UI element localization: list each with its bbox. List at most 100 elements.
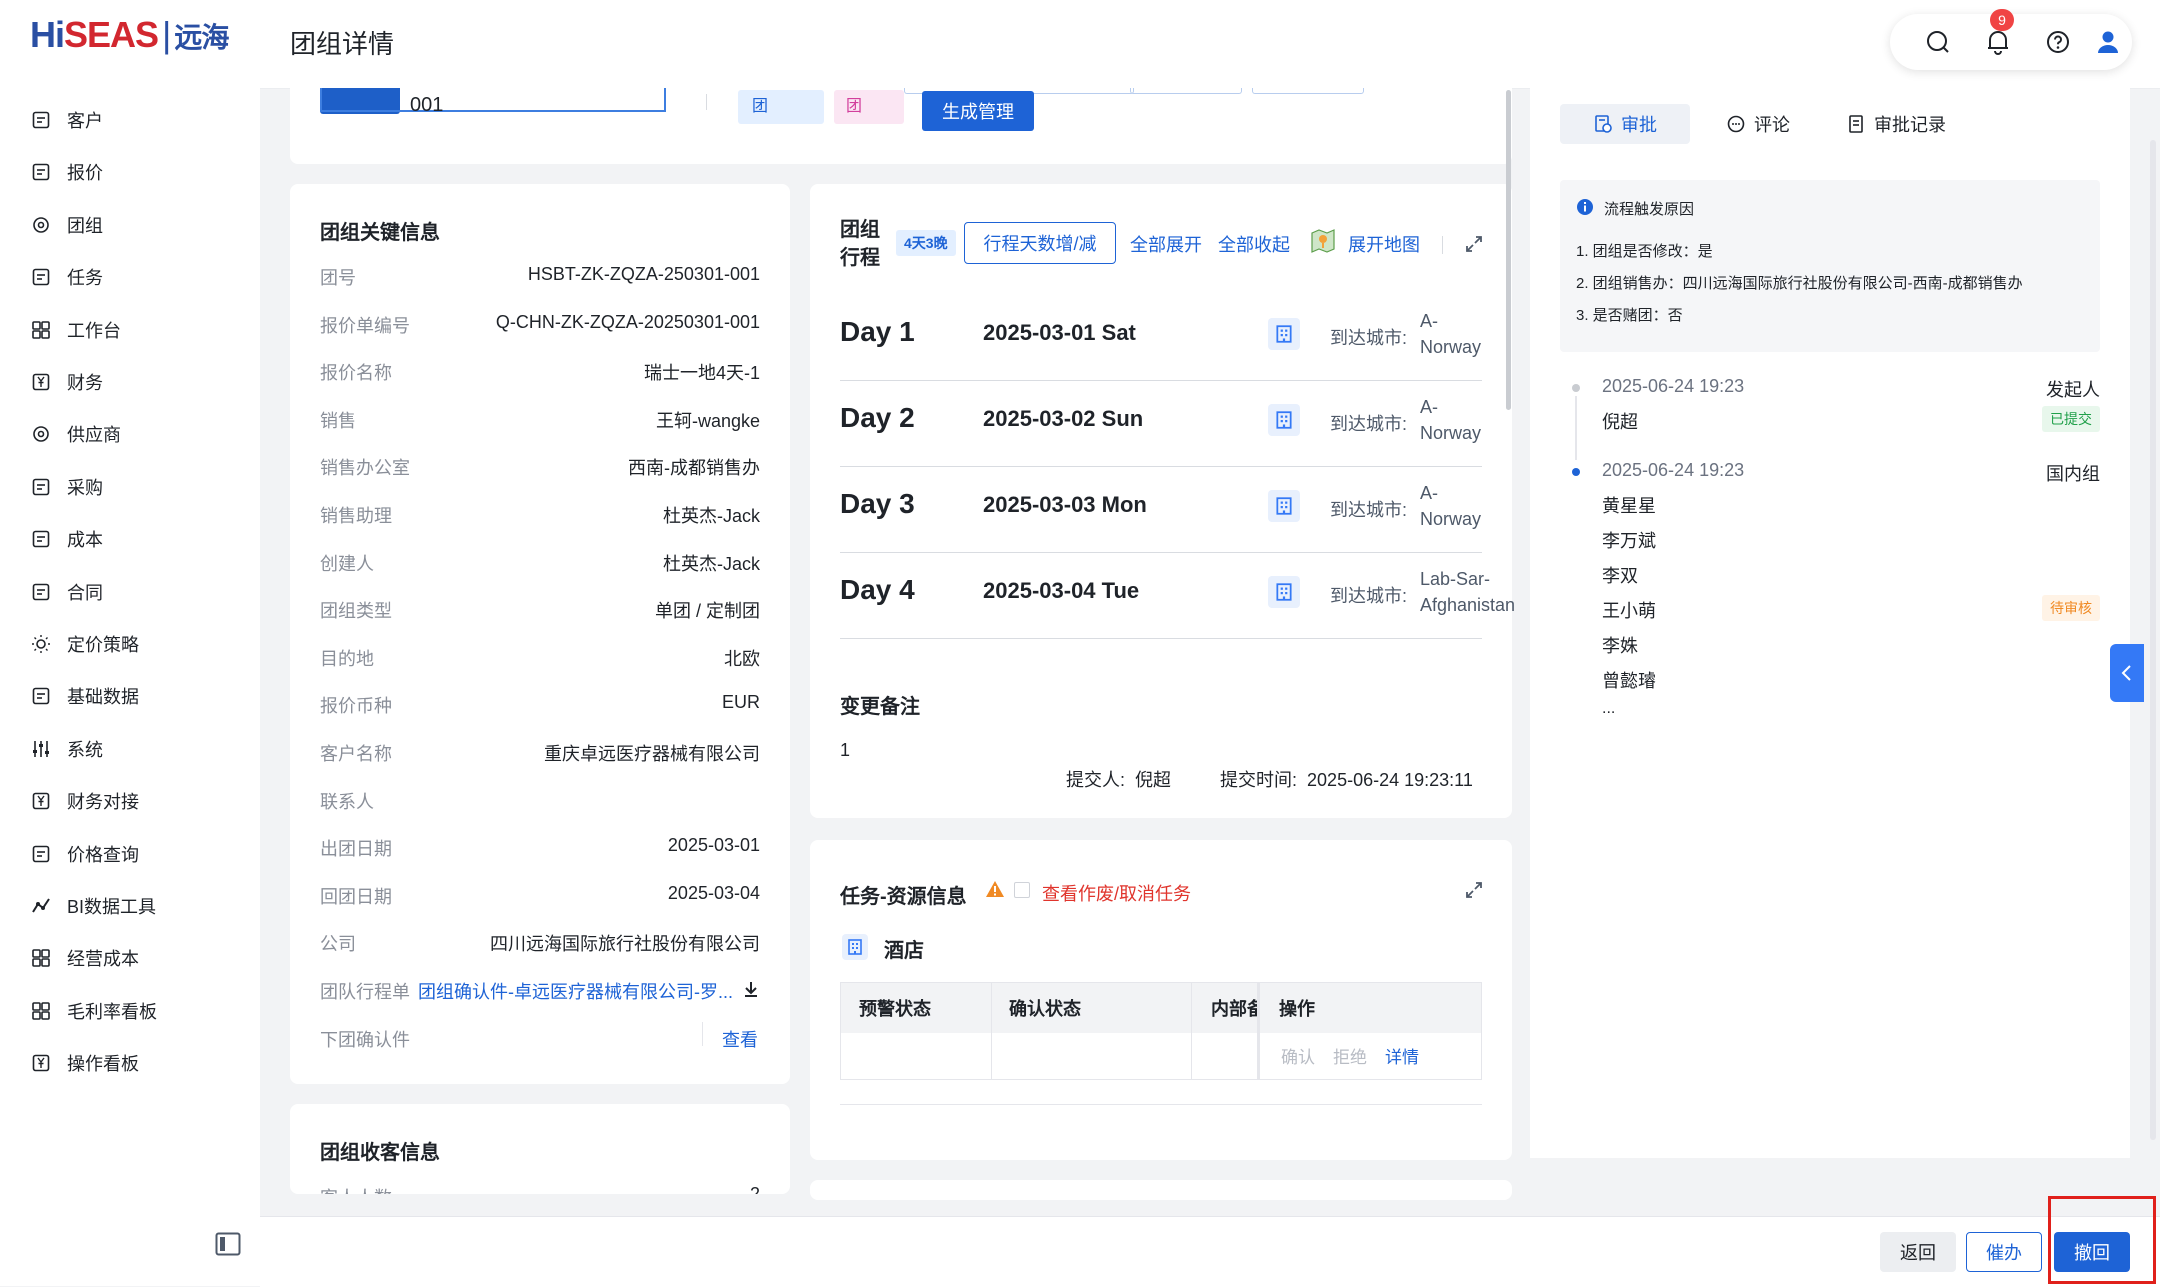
pricing-icon [30,633,52,655]
collapse-panel-handle[interactable] [2110,644,2144,702]
sidebar-item-1[interactable]: 报价 [30,152,103,192]
tab-approve-label: 审批 [1621,115,1657,135]
adjust-days-button[interactable]: 行程天数增/减 [964,222,1116,264]
sidebar-item-2[interactable]: 团组 [30,205,103,245]
user-avatar-icon[interactable] [2090,24,2126,60]
collapse-all-link[interactable]: 全部收起 [1218,231,1290,257]
help-icon[interactable] [2040,24,2076,60]
view-confirm-link[interactable]: 查看 [722,1026,758,1052]
expand-all-link[interactable]: 全部展开 [1130,231,1202,257]
day-label: Day 3 [840,488,915,519]
sidebar-item-13[interactable]: 财务对接 [30,781,139,821]
sidebar-item-3[interactable]: 任务 [30,257,103,297]
reject-action[interactable]: 拒绝 [1333,1043,1367,1068]
sidebar-item-8[interactable]: 成本 [30,519,103,559]
itinerary-doc-link[interactable]: 团组确认件-卓远医疗器械有限公司-罗... [418,978,733,1004]
detail-action[interactable]: 详情 [1385,1043,1419,1068]
itinerary-day-row[interactable]: Day 4 2025-03-04 Tue 到达城市: Lab-Sar- Afghanis… [840,552,1515,639]
hotel-icon[interactable] [1268,576,1300,608]
sidebar-item-14[interactable]: 价格查询 [30,834,139,874]
urge-button[interactable]: 催办 [1966,1232,2042,1272]
operating-cost-icon [30,947,52,969]
hotel-icon [842,934,868,960]
download-icon[interactable] [742,980,760,1003]
key-info-value: EUR [721,692,760,713]
key-info-label: 销售 [320,410,356,431]
page-title: 团组详情 [290,29,395,59]
action-footer [260,1216,2160,1287]
tag-group-a: 团 [738,90,824,124]
hotel-icon[interactable] [1268,318,1300,350]
timeline-role: 国内组 [2046,464,2100,484]
key-info-value: HSBT-ZK-ZQZA-250301-001 [527,264,760,284]
tab-approval-record[interactable]: 审批记录 [1846,104,1946,144]
itinerary-day-row[interactable]: Day 2 2025-03-02 Sun 到达城市: A- Norway [840,380,1482,467]
key-info-value: 西南-成都销售办 [628,458,760,479]
timeline-role: 发起人 [2046,380,2100,400]
divider [706,94,707,110]
expand-fullscreen-icon[interactable] [1464,234,1484,259]
sidebar-item-11[interactable]: 基础数据 [30,676,139,716]
itinerary-day-row[interactable]: Day 3 2025-03-03 Mon 到达城市: A- Norway [840,466,1482,553]
timeline-person: 曾懿璿 [1602,671,1656,691]
panel-scrollbar-track[interactable] [2150,140,2156,1140]
duration-badge: 4天3晚 [896,230,956,256]
arrival-city: A- Norway [1420,308,1520,360]
sidebar-item-6[interactable]: 供应商 [30,414,121,454]
sidebar-item-16[interactable]: 经营成本 [30,938,139,978]
guest-info-card: 团组收客信息 客人人数 2 [290,1104,790,1194]
sidebar-item-10[interactable]: 定价策略 [30,624,139,664]
sidebar-item-label: 财务 [67,373,103,393]
supplier-icon [30,423,52,445]
sidebar-item-0[interactable]: 客户 [30,100,103,140]
day-label: Day 4 [840,574,915,605]
sidebar-item-label: 报价 [67,163,103,184]
sidebar-item-label: 系统 [67,739,103,760]
generate-management-button[interactable]: 生成管理 [922,91,1034,131]
customer-icon [30,109,52,131]
arrival-city-label: 到达城市: [1330,328,1408,348]
sidebar-item-15[interactable]: BI数据工具 [30,886,156,926]
timeline-time: 2025-06-24 19:23 [1602,460,1745,480]
col-divider [1257,983,1260,1079]
back-button[interactable]: 返回 [1880,1232,1956,1272]
timeline-person: 李双 [1602,566,1638,586]
sidebar-item-label: 成本 [67,530,103,551]
open-map-link[interactable]: 展开地图 [1348,231,1420,257]
sidebar: HiSEAS | 远海 客户 报价 团组 任务 工作台 财务 供应商 采购 成本 合同 定价策略 基础数据… [0,0,260,1286]
itinerary-day-row[interactable]: Day 1 2025-03-01 Sat 到达城市: A- Norway [840,294,1482,381]
hotel-icon[interactable] [1268,404,1300,436]
sidebar-item-7[interactable]: 采购 [30,467,103,507]
col-internal-note: 内部备 [1211,999,1259,1019]
void-task-checkbox[interactable] [1014,882,1030,898]
sidebar-item-17[interactable]: 毛利率看板 [30,991,157,1031]
search-icon[interactable] [1920,24,1956,60]
timeline-dot [1572,384,1580,392]
content-scrollbar[interactable] [1506,90,1511,410]
confirm-action[interactable]: 确认 [1281,1043,1315,1068]
sidebar-item-label: 基础数据 [67,687,139,708]
tab-comment[interactable]: 评论 [1726,104,1790,144]
sidebar-item-4[interactable]: 工作台 [30,310,121,350]
hotel-label: 酒店 [884,940,924,962]
bi-icon [30,895,52,917]
tab-approve[interactable]: 审批 [1560,104,1690,144]
sidebar-item-18[interactable]: 操作看板 [30,1043,139,1083]
timeline-person: 李万斌 [1602,531,1656,551]
reason-line: 3. 是否赌团：否 [1576,307,1683,324]
key-info-value: 四川远海国际旅行社股份有限公司 [490,934,760,955]
sidebar-item-label: 定价策略 [67,635,139,655]
sidebar-item-12[interactable]: 系统 [30,729,103,769]
approval-panel: 审批 评论 审批记录 流程触发原因 1. 团组是否修改：是 2. 团组销售办：四… [1530,88,2130,1158]
key-info-value: 2025-03-01 [667,835,760,856]
sidebar-item-5[interactable]: 财务 [30,362,103,402]
expand-fullscreen-icon[interactable] [1464,880,1484,905]
sidebar-collapse-icon[interactable] [215,1232,241,1256]
hotel-icon[interactable] [1268,490,1300,522]
sidebar-item-9[interactable]: 合同 [30,572,103,612]
key-info-label: 销售办公室 [320,458,410,479]
timeline-person: 李姝 [1602,636,1638,656]
view-void-task-link[interactable]: 查看作废/取消任务 [1042,880,1191,906]
day-date: 2025-03-02 Sun [983,406,1144,431]
logo-text-hi: Hi [30,14,65,55]
